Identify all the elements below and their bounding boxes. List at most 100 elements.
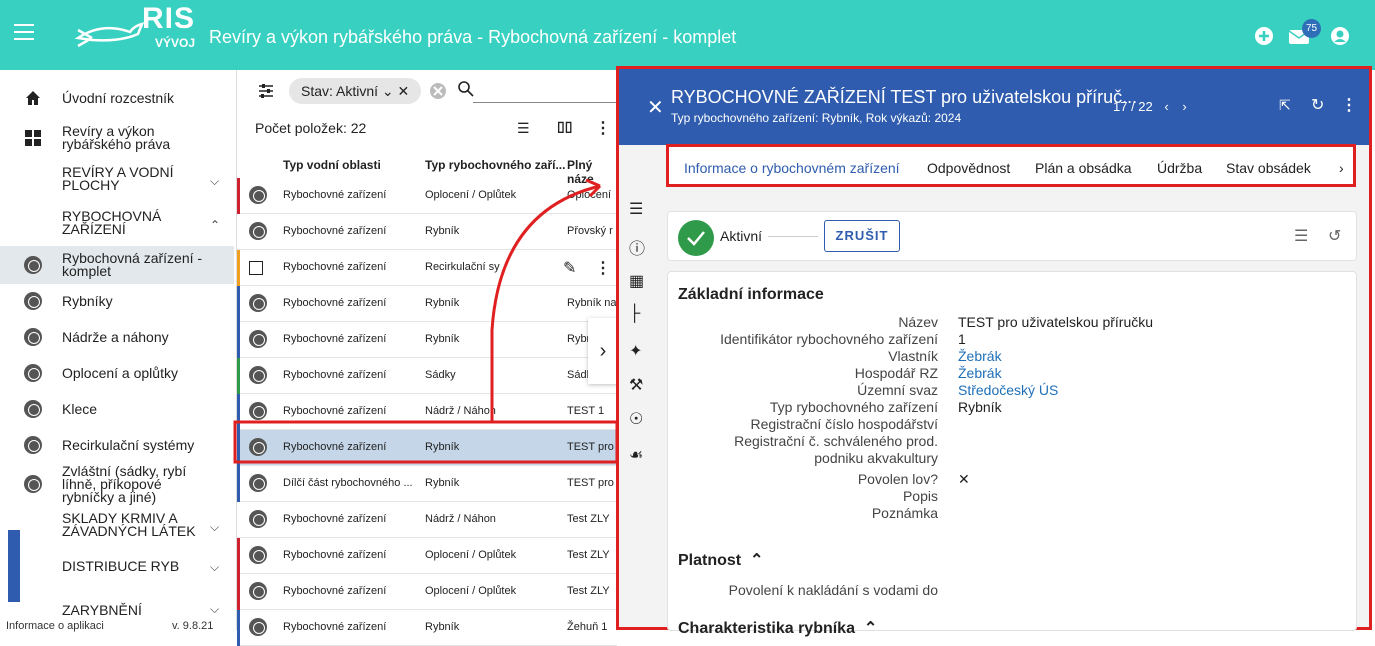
- column-header[interactable]: Typ vodní oblasti: [283, 158, 381, 172]
- more-icon[interactable]: ⋮: [595, 118, 611, 138]
- field-label: Registrační číslo hospodářství: [750, 416, 938, 432]
- filter-chip[interactable]: Stav: Aktivní ⌄ ✕: [289, 78, 422, 104]
- app-info-link[interactable]: Informace o aplikaci: [6, 620, 104, 632]
- chevron-down-icon[interactable]: ⌵: [210, 520, 219, 535]
- prev-icon[interactable]: ‹: [1164, 99, 1168, 114]
- cell: Rybochovné zařízení: [283, 585, 387, 597]
- chevron-down-icon[interactable]: ⌵: [210, 602, 219, 617]
- sidebar-item-rybniky[interactable]: Rybníky: [0, 284, 234, 318]
- chevron-down-icon[interactable]: ⌵: [210, 174, 219, 189]
- table-row[interactable]: Rybochovné zařízení Rybník Přovský r: [237, 214, 617, 250]
- cell: Oplocení / Oplůtek: [425, 585, 517, 597]
- status-card: Aktivní ZRUŠIT ☰ ↺: [667, 211, 1357, 261]
- tab-plan[interactable]: Plán a obsádka: [1035, 160, 1132, 176]
- sidebar-item-zvlastni[interactable]: Zvláštní (sádky, rybí líhně, příkopové r…: [0, 462, 234, 506]
- fish-icon: [24, 328, 42, 346]
- cell: Rybník: [425, 333, 460, 345]
- sidebar-item-nadrze[interactable]: Nádrže a náhony: [0, 320, 234, 354]
- section-characteristics[interactable]: Charakteristika rybníka ⌃: [678, 618, 877, 638]
- sidebar-section-zarybneni[interactable]: ZARYBNĚNÍ: [62, 603, 202, 617]
- table-row[interactable]: Rybochovné zařízení Nádrž / Náhon TEST 1: [237, 394, 617, 430]
- sidebar-item-klece[interactable]: Klece: [0, 392, 234, 426]
- sidebar-item-oploceni[interactable]: Oplocení a oplůtky: [0, 356, 234, 390]
- expand-panel-button[interactable]: ›: [588, 318, 618, 384]
- checkbox[interactable]: [249, 261, 263, 275]
- settings-icon[interactable]: ☰: [629, 199, 649, 219]
- feed-icon[interactable]: ☙: [629, 445, 649, 465]
- table-row[interactable]: Rybochovné zařízení Recirkulační sy ✎ ⋮: [237, 250, 617, 286]
- row-marker: [237, 538, 240, 574]
- menu-icon[interactable]: [14, 24, 34, 42]
- field-value-link[interactable]: Středočeský ÚS: [958, 382, 1058, 398]
- field-value-link[interactable]: Žebrák: [958, 365, 1002, 381]
- tab-info[interactable]: Informace o rybochovném zařízení: [684, 160, 900, 176]
- sidebar-item-reviry[interactable]: Revíry a výkon rybářského práva: [0, 120, 234, 156]
- column-header[interactable]: Typ rybochovného zaří...: [425, 158, 565, 172]
- more-icon[interactable]: ⋮: [1341, 95, 1357, 115]
- table-row[interactable]: Rybochovné zařízení Oplocení / Oplůtek Tes…: [237, 574, 617, 610]
- user-icon[interactable]: [1330, 26, 1350, 46]
- sidebar-item-komplet[interactable]: Rybochovná zařízení - komplet: [0, 246, 234, 284]
- more-icon[interactable]: ⋮: [595, 258, 611, 278]
- search-input[interactable]: [473, 102, 617, 103]
- section-validity[interactable]: Platnost ⌃: [678, 550, 763, 570]
- tree-icon[interactable]: ├: [629, 305, 649, 325]
- fish-icon: [24, 475, 42, 493]
- table-row[interactable]: Rybochovné zařízení Sádky Sádk: [237, 358, 617, 394]
- table-row[interactable]: Rybochovné zařízení Oplocení / Oplůtek Opl…: [237, 178, 617, 214]
- table-row[interactable]: Rybochovné zařízení Rybník Rybník na: [237, 286, 617, 322]
- search-icon[interactable]: [457, 80, 475, 98]
- clear-filter-icon[interactable]: [429, 82, 447, 100]
- cell: TEST 1: [567, 405, 605, 417]
- sidebar-item-label: Klece: [62, 400, 98, 417]
- fish-round-icon[interactable]: ☉: [629, 409, 649, 429]
- fullscreen-icon[interactable]: ⇱: [1279, 97, 1291, 114]
- sidebar-section-reviry[interactable]: REVÍRY A VODNÍ PLOCHY: [62, 165, 192, 192]
- tab-odpovednost[interactable]: Odpovědnost: [927, 160, 1010, 176]
- tools-icon[interactable]: ⚒: [629, 375, 649, 395]
- next-icon[interactable]: ›: [1182, 99, 1186, 114]
- sidebar-section-sklady[interactable]: SKLADY KRMIV A ZÁVADNÝCH LÁTEK: [62, 511, 202, 538]
- fish-icon: [249, 294, 267, 312]
- field-label: Typ rybochovného zařízení: [769, 399, 938, 415]
- row-marker: [237, 394, 240, 430]
- map-icon[interactable]: ▦: [629, 271, 649, 291]
- sidebar-item-home[interactable]: Úvodní rozcestník: [0, 84, 234, 112]
- list-view-icon[interactable]: ☰: [517, 120, 530, 137]
- sidebar-section-rybochovna[interactable]: RYBOCHOVNÁ ZAŘÍZENÍ: [62, 209, 192, 236]
- table-row[interactable]: Rybochovné zařízení Rybník Rybr: [237, 322, 617, 358]
- cell: Oplocení / Oplůtek: [425, 549, 517, 561]
- tab-udrzba[interactable]: Údržba: [1157, 160, 1202, 176]
- history-icon[interactable]: ↺: [1328, 226, 1341, 246]
- close-icon[interactable]: ✕: [647, 95, 664, 120]
- cell: Rybník: [425, 621, 460, 633]
- edit-icon[interactable]: ✎: [563, 258, 576, 278]
- cancel-button[interactable]: ZRUŠIT: [824, 220, 900, 252]
- top-bar: RIS VÝVOJ Revíry a výkon rybářského práv…: [0, 0, 1375, 70]
- workflow-icon[interactable]: ☰: [1294, 226, 1308, 246]
- field-label: Registrační č. schváleného prod.: [734, 433, 938, 449]
- add-icon[interactable]: [1254, 26, 1274, 46]
- table-row[interactable]: Rybochovné zařízení Nádrž / Náhon Test ZLY: [237, 502, 617, 538]
- columns-icon[interactable]: ▯▯: [557, 118, 572, 135]
- fish-icon: [24, 292, 42, 310]
- table-row[interactable]: Rybochovné zařízení Rybník TEST pro: [237, 430, 617, 466]
- chevron-down-icon[interactable]: ⌵: [210, 560, 219, 575]
- fish-tool-icon[interactable]: ✦: [629, 341, 649, 361]
- tabs-next-icon[interactable]: ›: [1339, 160, 1344, 176]
- cell: Rybochovné zařízení: [283, 333, 387, 345]
- info-icon[interactable]: ⓘ: [629, 235, 649, 258]
- sidebar-section-distribuce[interactable]: DISTRIBUCE RYB: [62, 559, 202, 573]
- refresh-icon[interactable]: ↻: [1311, 95, 1324, 115]
- cell: Rybochovné zařízení: [283, 261, 387, 273]
- table-row[interactable]: Dílčí část rybochovného ... Rybník TEST pr…: [237, 466, 617, 502]
- scroll-indicator[interactable]: [8, 530, 20, 602]
- field-value-link[interactable]: Žebrák: [958, 348, 1002, 364]
- sidebar-item-label: Rybníky: [62, 292, 113, 309]
- tab-stav[interactable]: Stav obsádek: [1226, 160, 1311, 176]
- filter-settings-icon[interactable]: [257, 82, 275, 100]
- chevron-up-icon[interactable]: ⌃: [210, 218, 220, 232]
- table-row[interactable]: Rybochovné zařízení Rybník Žehuň 1: [237, 610, 617, 646]
- table-row[interactable]: Rybochovné zařízení Oplocení / Oplůtek Tes…: [237, 538, 617, 574]
- sidebar-item-recirkulacni[interactable]: Recirkulační systémy: [0, 428, 234, 462]
